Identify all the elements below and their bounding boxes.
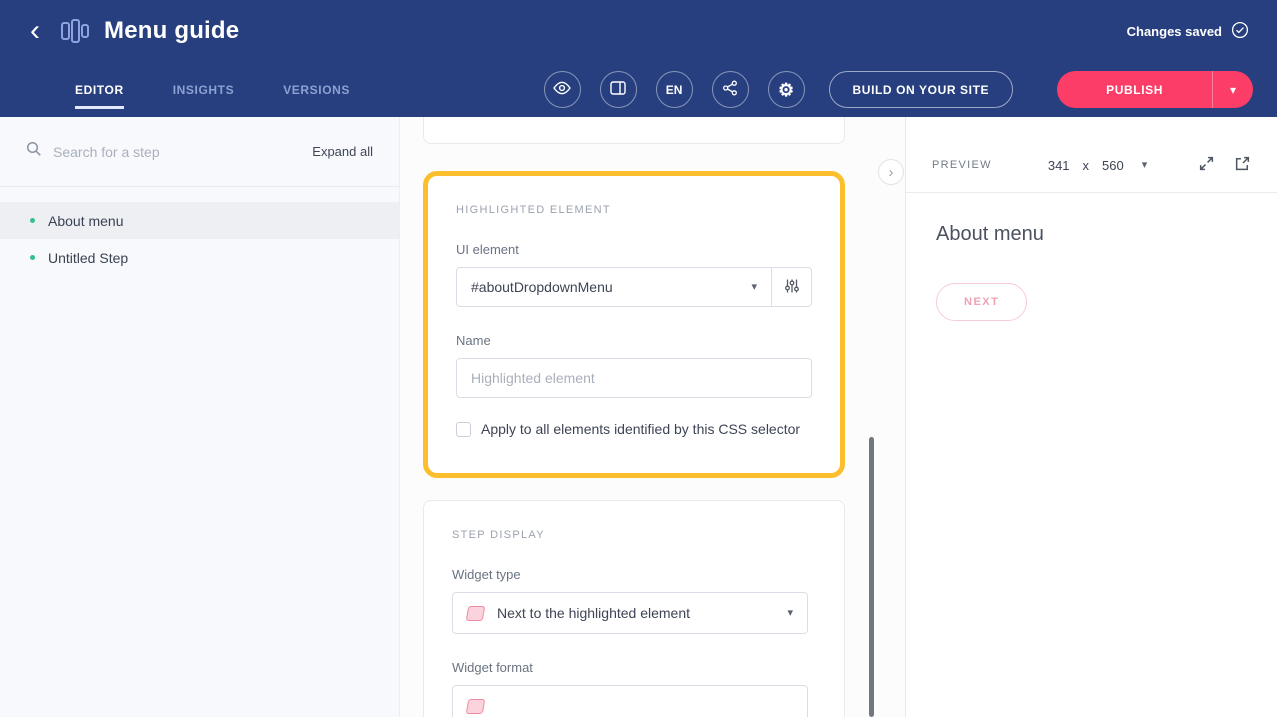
tab-versions[interactable]: VERSIONS — [283, 83, 350, 109]
back-button[interactable]: ‹ — [26, 16, 44, 46]
language-button[interactable]: EN — [656, 71, 693, 108]
preview-header: PREVIEW 341 x 560 ▾ — [906, 150, 1277, 193]
header-actions: EN ⚙ BUILD ON YOUR SITE PUBLISH ▾ — [544, 71, 1253, 108]
step-item-label: Untitled Step — [48, 250, 128, 266]
preview-label: PREVIEW — [932, 159, 992, 171]
publish-dropdown-button[interactable]: ▾ — [1212, 71, 1253, 108]
chevron-down-icon: ▾ — [751, 282, 757, 293]
settings-button[interactable]: ⚙ — [768, 71, 805, 108]
step-item-about-menu[interactable]: About menu — [0, 202, 399, 239]
preview-step-title: About menu — [936, 223, 1247, 246]
changes-saved-label: Changes saved — [1127, 24, 1222, 39]
chevron-down-icon: ▾ — [787, 608, 793, 619]
step-display-card: STEP DISPLAY Widget type Next to the hig… — [423, 500, 845, 717]
tab-insights[interactable]: INSIGHTS — [173, 83, 234, 109]
page-title: Menu guide — [104, 17, 239, 45]
apply-all-label: Apply to all elements identified by this… — [481, 421, 800, 437]
preview-width-value: 341 — [1048, 158, 1070, 173]
apply-all-row: Apply to all elements identified by this… — [456, 421, 812, 437]
search-icon — [26, 141, 42, 162]
changes-saved-status: Changes saved — [1127, 21, 1249, 42]
widget-type-value: Next to the highlighted element — [497, 605, 774, 621]
preview-panel: PREVIEW 341 x 560 ▾ — [905, 117, 1277, 717]
highlighted-element-card: HIGHLIGHTED ELEMENT UI element #aboutDro… — [423, 171, 845, 478]
preview-eye-button[interactable] — [544, 71, 581, 108]
open-in-new-tab-button[interactable] — [1234, 155, 1251, 175]
widget-type-select[interactable]: Next to the highlighted element ▾ — [452, 592, 808, 634]
apply-all-checkbox[interactable] — [456, 422, 471, 437]
selector-settings-button[interactable] — [771, 267, 812, 307]
ui-element-value: #aboutDropdownMenu — [471, 279, 613, 295]
collapse-editor-panel-button[interactable]: › — [878, 159, 904, 185]
ui-element-label: UI element — [456, 242, 812, 257]
step-editor-panel: HIGHLIGHTED ELEMENT UI element #aboutDro… — [400, 117, 905, 717]
tab-editor[interactable]: EDITOR — [75, 83, 124, 109]
ui-element-row: #aboutDropdownMenu ▾ — [456, 267, 812, 307]
app-header: ‹ Menu guide Changes saved EDITOR INSIGH… — [0, 0, 1277, 117]
section-title: HIGHLIGHTED ELEMENT — [456, 204, 812, 216]
name-label: Name — [456, 333, 812, 348]
widget-format-label: Widget format — [452, 660, 816, 675]
header-bottom-row: EDITOR INSIGHTS VERSIONS — [0, 62, 1277, 117]
layout-button[interactable] — [600, 71, 637, 108]
highlighted-element-name-input[interactable] — [456, 358, 812, 398]
check-circle-icon — [1231, 21, 1249, 42]
language-label: EN — [666, 83, 683, 97]
publish-button[interactable]: PUBLISH — [1057, 71, 1212, 108]
previous-settings-card — [423, 117, 845, 144]
build-on-your-site-button[interactable]: BUILD ON YOUR SITE — [829, 71, 1014, 108]
step-status-dot — [30, 255, 35, 260]
publish-split-button: PUBLISH ▾ — [1057, 71, 1253, 108]
preview-body: About menu NEXT — [906, 193, 1277, 351]
widget-format-select[interactable] — [452, 685, 808, 717]
step-item-untitled-step[interactable]: Untitled Step — [0, 239, 399, 276]
external-link-icon — [1234, 155, 1251, 175]
editor-scrollbar-thumb[interactable] — [869, 437, 874, 717]
eye-icon — [553, 81, 571, 98]
widget-type-label: Widget type — [452, 567, 816, 582]
app-logo-icon — [60, 18, 90, 44]
expand-all-link[interactable]: Expand all — [312, 144, 373, 159]
share-icon — [722, 80, 738, 99]
step-item-label: About menu — [48, 213, 124, 229]
layout-panel-icon — [610, 81, 626, 98]
preview-height-value: 560 — [1102, 158, 1124, 173]
dimensions-separator: x — [1083, 158, 1090, 173]
expand-preview-button[interactable] — [1198, 155, 1215, 175]
expand-icon — [1198, 155, 1215, 175]
step-status-dot — [30, 218, 35, 223]
preview-header-icons — [1198, 155, 1251, 175]
widget-type-icon — [466, 606, 486, 621]
back-chevron-icon: ‹ — [30, 14, 40, 47]
step-search-row: Expand all — [0, 117, 399, 187]
step-list: About menu Untitled Step — [0, 187, 399, 276]
chevron-right-icon: › — [889, 165, 894, 180]
tune-icon — [784, 278, 800, 297]
section-title: STEP DISPLAY — [452, 529, 816, 541]
search-step-input[interactable] — [53, 144, 301, 160]
gear-icon: ⚙ — [778, 81, 794, 99]
main-tabs: EDITOR INSIGHTS VERSIONS — [75, 83, 350, 97]
header-top-row: ‹ Menu guide Changes saved — [0, 0, 1277, 62]
ui-element-select[interactable]: #aboutDropdownMenu ▾ — [456, 267, 772, 307]
steps-sidebar: Expand all About menu Untitled Step — [0, 117, 400, 717]
chevron-down-icon: ▾ — [1142, 160, 1148, 171]
widget-format-icon — [466, 699, 486, 714]
chevron-down-icon: ▾ — [1230, 83, 1236, 97]
preview-next-button[interactable]: NEXT — [936, 283, 1027, 321]
share-button[interactable] — [712, 71, 749, 108]
preview-dimensions-select[interactable]: 341 x 560 ▾ — [1048, 158, 1147, 173]
